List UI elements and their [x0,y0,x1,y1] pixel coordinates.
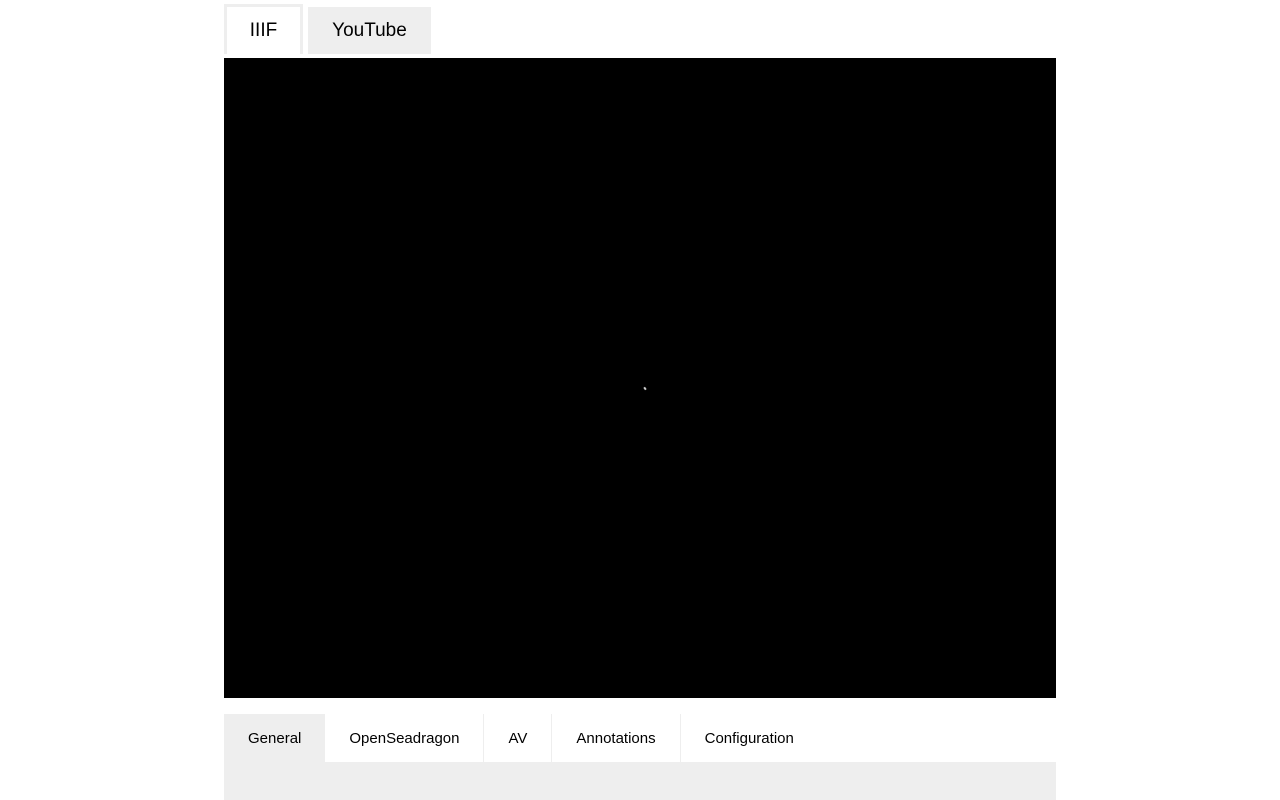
tab-av-label: AV [508,729,528,747]
tab-configuration[interactable]: Configuration [680,714,818,762]
tab-openseadragon[interactable]: OpenSeadragon [325,714,485,762]
tab-iiif[interactable]: IIIF [224,4,303,54]
tab-av[interactable]: AV [484,714,553,762]
app-container: IIIF YouTube General OpenSeadragon AV An… [224,0,1056,800]
tab-annotations-label: Annotations [576,729,656,747]
tab-openseadragon-label: OpenSeadragon [349,729,460,747]
tab-general-label: General [248,729,302,747]
loading-spinner-icon [643,386,647,391]
tab-configuration-label: Configuration [704,729,794,747]
tab-youtube-label: YouTube [332,19,407,41]
settings-panel [224,762,1056,800]
media-viewer[interactable] [224,58,1056,698]
settings-tabs: General OpenSeadragon AV Annotations Con… [224,714,818,762]
tab-general[interactable]: General [224,714,326,762]
tab-iiif-label: IIIF [249,19,278,41]
tab-annotations[interactable]: Annotations [552,714,681,762]
source-tabs: IIIF YouTube [224,4,436,58]
tab-youtube[interactable]: YouTube [308,7,431,54]
